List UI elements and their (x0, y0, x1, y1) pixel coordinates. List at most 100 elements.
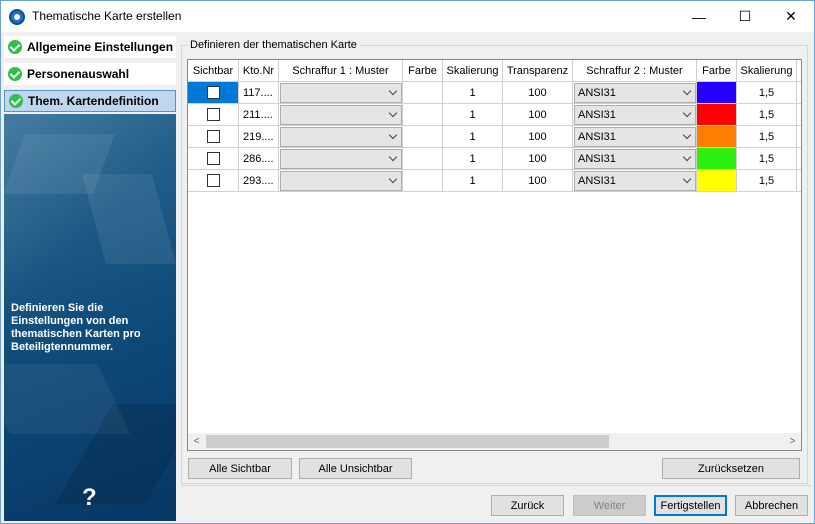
table-row[interactable]: 211.... 1 100 ANSI31 1,5 (188, 104, 801, 126)
farbe2-cell[interactable] (697, 126, 737, 148)
kto-cell[interactable]: 117.... (239, 82, 279, 104)
farbe1-cell[interactable] (403, 104, 443, 126)
schraffur1-dropdown[interactable] (280, 126, 402, 147)
maximize-button[interactable]: ☐ (722, 1, 768, 32)
schraffur1-dropdown[interactable] (280, 104, 402, 125)
weiter-button[interactable]: Weiter (573, 495, 646, 516)
farbe1-cell[interactable] (403, 82, 443, 104)
kto-cell[interactable]: 286.... (239, 148, 279, 170)
chevron-down-icon[interactable] (678, 105, 695, 124)
schraffur2-cell[interactable]: ANSI31 (573, 126, 697, 148)
table-row[interactable]: 293.... 1 100 ANSI31 1,5 (188, 170, 801, 192)
chevron-down-icon[interactable] (384, 83, 401, 102)
skalierung1-cell[interactable]: 1 (443, 104, 503, 126)
alle-sichtbar-button[interactable]: Alle Sichtbar (188, 458, 292, 479)
chevron-down-icon[interactable] (678, 171, 695, 190)
table-row[interactable]: 219.... 1 100 ANSI31 1,5 (188, 126, 801, 148)
schraffur1-dropdown[interactable] (280, 170, 402, 191)
step-them-kartendefinition[interactable]: Them. Kartendefinition (4, 90, 176, 112)
color-swatch[interactable] (403, 148, 442, 169)
column-header[interactable]: Farbe (697, 60, 737, 82)
schraffur1-cell[interactable] (279, 104, 403, 126)
transparenz-cell[interactable]: 100 (503, 104, 573, 126)
skalierung2-cell[interactable]: 1,5 (737, 170, 797, 192)
farbe2-cell[interactable] (697, 148, 737, 170)
schraffur2-cell[interactable]: ANSI31 (573, 104, 697, 126)
skalierung1-cell[interactable]: 1 (443, 148, 503, 170)
skalierung1-cell[interactable]: 1 (443, 126, 503, 148)
transparenz-cell[interactable]: 100 (503, 82, 573, 104)
zuruecksetzen-button[interactable]: Zurücksetzen (662, 458, 800, 479)
skalierung2-cell[interactable]: 1,5 (737, 82, 797, 104)
horizontal-scrollbar[interactable]: < > (188, 433, 801, 450)
color-swatch[interactable] (697, 126, 736, 147)
schraffur2-cell[interactable]: ANSI31 (573, 170, 697, 192)
color-swatch[interactable] (697, 170, 736, 191)
schraffur2-dropdown[interactable]: ANSI31 (574, 126, 696, 147)
transparenz-cell[interactable]: 100 (503, 126, 573, 148)
color-swatch[interactable] (403, 104, 442, 125)
chevron-down-icon[interactable] (678, 83, 695, 102)
chevron-down-icon[interactable] (384, 171, 401, 190)
transparenz-cell[interactable]: 100 (503, 170, 573, 192)
column-header[interactable]: Transparenz (503, 60, 573, 82)
schraffur2-dropdown[interactable]: ANSI31 (574, 104, 696, 125)
sichtbar-cell[interactable] (188, 148, 239, 170)
column-header[interactable]: Schraffur 1 : Muster (279, 60, 403, 82)
schraffur2-dropdown[interactable]: ANSI31 (574, 82, 696, 103)
transparenz-cell[interactable]: 100 (503, 148, 573, 170)
scroll-right-icon[interactable]: > (784, 433, 801, 450)
step-allgemeine-einstellungen[interactable]: Allgemeine Einstellungen (4, 36, 176, 58)
sichtbar-checkbox[interactable] (206, 86, 220, 99)
color-swatch[interactable] (697, 104, 736, 125)
minimize-button[interactable]: — (676, 1, 722, 32)
column-header[interactable]: Kto.Nr (239, 60, 279, 82)
zurueck-button[interactable]: Zurück (491, 495, 564, 516)
column-header[interactable]: Schraffur 2 : Muster (573, 60, 697, 82)
abbrechen-button[interactable]: Abbrechen (735, 495, 808, 516)
farbe2-cell[interactable] (697, 170, 737, 192)
skalierung1-cell[interactable]: 1 (443, 82, 503, 104)
step-personenauswahl[interactable]: Personenauswahl (4, 63, 176, 85)
sichtbar-checkbox[interactable] (206, 174, 220, 187)
sichtbar-cell[interactable] (188, 82, 239, 104)
skalierung2-cell[interactable]: 1,5 (737, 148, 797, 170)
schraffur2-cell[interactable]: ANSI31 (573, 82, 697, 104)
column-header[interactable]: Skalierung (737, 60, 797, 82)
scroll-left-icon[interactable]: < (188, 433, 205, 450)
close-button[interactable]: ✕ (768, 1, 814, 32)
skalierung1-cell[interactable]: 1 (443, 170, 503, 192)
help-icon[interactable]: ? (82, 484, 97, 512)
color-swatch[interactable] (403, 170, 442, 191)
chevron-down-icon[interactable] (384, 149, 401, 168)
chevron-down-icon[interactable] (384, 127, 401, 146)
fertigstellen-button[interactable]: Fertigstellen (654, 495, 727, 516)
sichtbar-cell[interactable] (188, 170, 239, 192)
color-swatch[interactable] (697, 82, 736, 103)
chevron-down-icon[interactable] (384, 105, 401, 124)
sichtbar-checkbox[interactable] (206, 152, 220, 165)
schraffur1-cell[interactable] (279, 170, 403, 192)
farbe1-cell[interactable] (403, 126, 443, 148)
schraffur2-dropdown[interactable]: ANSI31 (574, 148, 696, 169)
column-header[interactable]: Farbe (403, 60, 443, 82)
table-row[interactable]: 117.... 1 100 ANSI31 1,5 (188, 82, 801, 104)
column-header[interactable]: Skalierung (443, 60, 503, 82)
alle-unsichtbar-button[interactable]: Alle Unsichtbar (299, 458, 412, 479)
color-swatch[interactable] (403, 126, 442, 147)
farbe1-cell[interactable] (403, 170, 443, 192)
schraffur1-dropdown[interactable] (280, 148, 402, 169)
chevron-down-icon[interactable] (678, 127, 695, 146)
farbe2-cell[interactable] (697, 104, 737, 126)
schraffur2-dropdown[interactable]: ANSI31 (574, 170, 696, 191)
column-header[interactable]: Sichtbar (188, 60, 239, 82)
scrollbar-thumb[interactable] (206, 435, 609, 448)
schraffur1-cell[interactable] (279, 82, 403, 104)
sichtbar-checkbox[interactable] (206, 130, 220, 143)
kto-cell[interactable]: 211.... (239, 104, 279, 126)
sichtbar-checkbox[interactable] (206, 108, 220, 121)
schraffur1-dropdown[interactable] (280, 82, 402, 103)
schraffur1-cell[interactable] (279, 148, 403, 170)
schraffur2-cell[interactable]: ANSI31 (573, 148, 697, 170)
chevron-down-icon[interactable] (678, 149, 695, 168)
